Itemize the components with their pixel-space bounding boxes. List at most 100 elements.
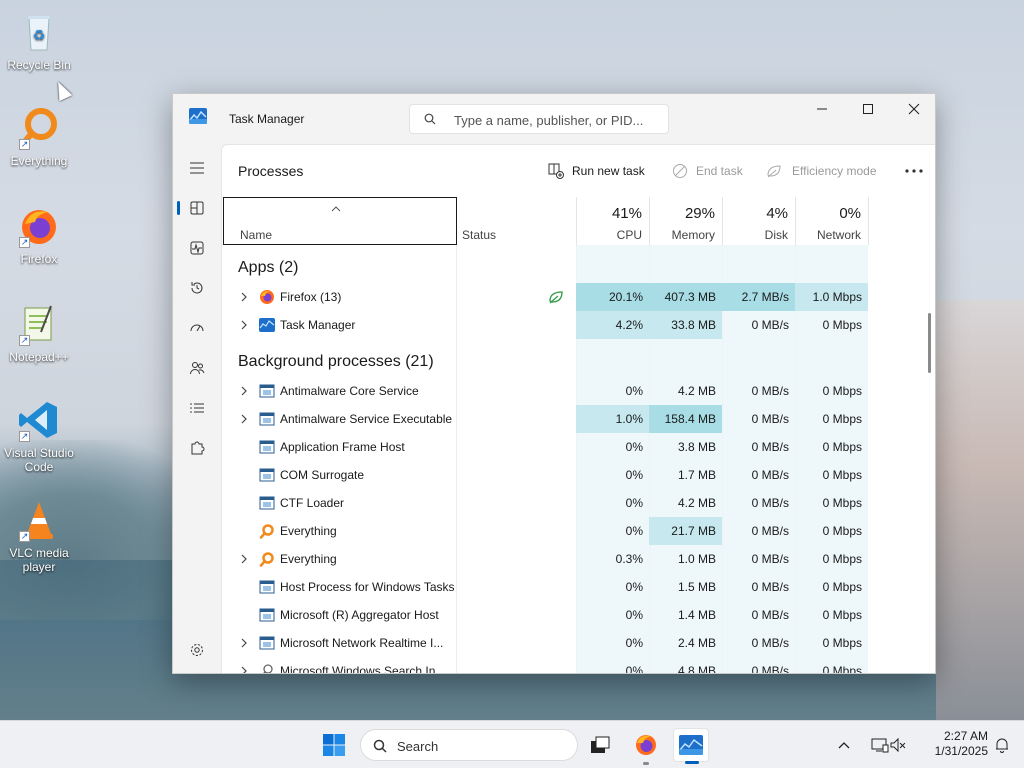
- title-bar[interactable]: Task Manager: [173, 94, 935, 144]
- disk-total-percent: 4%: [766, 205, 788, 222]
- show-hidden-icons-button[interactable]: [828, 728, 860, 762]
- taskbar-clock[interactable]: 2:27 AM 1/31/2025: [918, 729, 988, 759]
- table-row[interactable]: Task Manager 4.2% 33.8 MB 0 MB/s 0 Mbps: [222, 311, 922, 339]
- taskbar-firefox-button[interactable]: [628, 728, 664, 765]
- table-row[interactable]: Microsoft Windows Search In... 0% 4.8 MB 0 …: [222, 657, 922, 674]
- task-view-icon: [591, 736, 610, 753]
- nav-processes[interactable]: [177, 190, 217, 226]
- notifications-button[interactable]: [988, 728, 1016, 762]
- desktop-icon-notepad-plus-plus[interactable]: ↗ Notepad++: [4, 302, 74, 364]
- process-cpu-cell: 0%: [625, 664, 643, 674]
- nav-performance[interactable]: [177, 230, 217, 266]
- process-icon-wrap: [259, 289, 275, 305]
- process-disk-cell: 0 MB/s: [751, 636, 789, 650]
- process-icon-wrap: [259, 607, 275, 623]
- hamburger-menu-button[interactable]: [177, 150, 217, 186]
- table-row[interactable]: Microsoft (R) Aggregator Host 0% 1.4 MB 0 M…: [222, 601, 922, 629]
- nav-settings[interactable]: [177, 632, 217, 668]
- process-mem-cell: 1.4 MB: [677, 608, 716, 622]
- nav-details[interactable]: [177, 390, 217, 426]
- taskbar-task-view-button[interactable]: [582, 728, 618, 762]
- table-row[interactable]: Application Frame Host 0% 3.8 MB 0 MB/s 0 Mb…: [222, 433, 922, 461]
- column-header-name[interactable]: Name: [223, 197, 457, 245]
- process-disk-cell: 0 MB/s: [751, 580, 789, 594]
- nav-startup-apps[interactable]: [177, 310, 217, 346]
- chevron-right-icon[interactable]: [240, 386, 248, 396]
- run-new-task-button[interactable]: Run new task: [548, 161, 645, 181]
- column-header-network[interactable]: 0% Network: [795, 197, 868, 245]
- nav-services[interactable]: [177, 430, 217, 466]
- processes-page: Processes Run new task End task Efficien…: [221, 144, 935, 674]
- process-cpu-cell: 0%: [625, 636, 643, 650]
- service-icon: [259, 580, 275, 594]
- desktop-icon-firefox[interactable]: ↗ Firefox: [4, 204, 74, 266]
- table-row[interactable]: Microsoft Network Realtime I... 0% 2.4 MB 0…: [222, 629, 922, 657]
- desktop-icon-vlc[interactable]: ↗ VLC media player: [4, 498, 74, 574]
- chevron-right-icon[interactable]: [240, 414, 248, 424]
- process-icon-wrap: [259, 467, 275, 483]
- maximize-icon: [863, 104, 873, 114]
- memory-label: Memory: [671, 228, 715, 242]
- process-net-cell: 0 Mbps: [822, 412, 862, 426]
- table-row[interactable]: Firefox (13) 20.1% 407.3 MB 2.7 MB/s 1.0 Mbp…: [222, 283, 922, 311]
- process-disk-cell: 0 MB/s: [751, 496, 789, 510]
- more-options-button[interactable]: [902, 161, 926, 181]
- process-cpu-cell: 0.3%: [615, 552, 643, 566]
- chevron-right-icon[interactable]: [240, 292, 248, 302]
- history-icon: [191, 282, 203, 294]
- desktop-icon-vscode[interactable]: ↗ Visual Studio Code: [4, 398, 74, 474]
- chevron-right-icon[interactable]: [240, 554, 248, 564]
- process-cpu-cell: 0%: [625, 440, 643, 454]
- start-button[interactable]: [316, 728, 352, 762]
- desktop-icon-recycle-bin[interactable]: ♻ Recycle Bin: [4, 10, 74, 72]
- efficiency-mode-button[interactable]: Efficiency mode: [766, 161, 877, 181]
- table-row[interactable]: Host Process for Windows Tasks 0% 1.5 MB 0 …: [222, 573, 922, 601]
- process-disk-cell: 0 MB/s: [751, 552, 789, 566]
- desktop-icon-label: Visual Studio Code: [4, 446, 74, 474]
- process-name: Everything: [280, 524, 337, 538]
- efficiency-mode-label: Efficiency mode: [792, 164, 877, 178]
- process-search-box[interactable]: [409, 104, 669, 134]
- process-disk-cell: 0 MB/s: [751, 440, 789, 454]
- table-row[interactable]: COM Surrogate 0% 1.7 MB 0 MB/s 0 Mbps: [222, 461, 922, 489]
- column-header-disk[interactable]: 4% Disk: [722, 197, 795, 245]
- chevron-up-icon: [838, 742, 850, 749]
- column-header-cpu[interactable]: 41% CPU: [576, 197, 649, 245]
- process-icon-wrap: [259, 551, 275, 567]
- chevron-right-icon[interactable]: [240, 638, 248, 648]
- services-puzzle-icon: [191, 441, 205, 455]
- table-row[interactable]: Antimalware Core Service 0% 4.2 MB 0 MB/s 0 …: [222, 377, 922, 405]
- desktop-icon-everything[interactable]: ↗ Everything: [4, 106, 74, 168]
- maximize-button[interactable]: [845, 94, 891, 124]
- table-row[interactable]: CTF Loader 0% 4.2 MB 0 MB/s 0 Mbps: [222, 489, 922, 517]
- vlc-icon: ↗: [17, 498, 61, 542]
- process-disk-cell: 0 MB/s: [751, 608, 789, 622]
- table-row[interactable]: Everything 0% 21.7 MB 0 MB/s 0 Mbps: [222, 517, 922, 545]
- system-tray-network-volume[interactable]: [864, 728, 914, 762]
- vertical-scrollbar[interactable]: [928, 313, 931, 373]
- column-header-memory[interactable]: 29% Memory: [649, 197, 722, 245]
- service-icon: [259, 608, 275, 622]
- taskbar-search-box[interactable]: Search: [360, 729, 578, 761]
- nav-users[interactable]: [177, 350, 217, 386]
- taskbar-task-manager-button[interactable]: [673, 728, 709, 764]
- table-row[interactable]: Antimalware Service Executable 1.0% 158.4 …: [222, 405, 922, 433]
- process-name: Microsoft (R) Aggregator Host: [280, 608, 439, 622]
- close-button[interactable]: [891, 94, 935, 124]
- service-icon: [259, 412, 275, 426]
- process-cpu-cell: 4.2%: [576, 311, 649, 339]
- nav-app-history[interactable]: [177, 270, 217, 306]
- everything-icon: [259, 524, 274, 539]
- chevron-right-icon[interactable]: [240, 666, 248, 674]
- process-net-cell: 0 Mbps: [822, 608, 862, 622]
- process-search-input[interactable]: [454, 111, 659, 129]
- end-task-button[interactable]: End task: [672, 161, 743, 181]
- table-row[interactable]: Everything 0.3% 1.0 MB 0 MB/s 0 Mbps: [222, 545, 922, 573]
- end-task-icon: [673, 164, 687, 178]
- chevron-right-icon[interactable]: [240, 320, 248, 330]
- minimize-button[interactable]: [799, 94, 845, 124]
- column-header-status[interactable]: Status: [462, 228, 496, 242]
- end-task-label: End task: [696, 164, 743, 178]
- desktop-icon-label: Notepad++: [9, 350, 69, 364]
- recycle-bin-icon: ♻: [17, 10, 61, 54]
